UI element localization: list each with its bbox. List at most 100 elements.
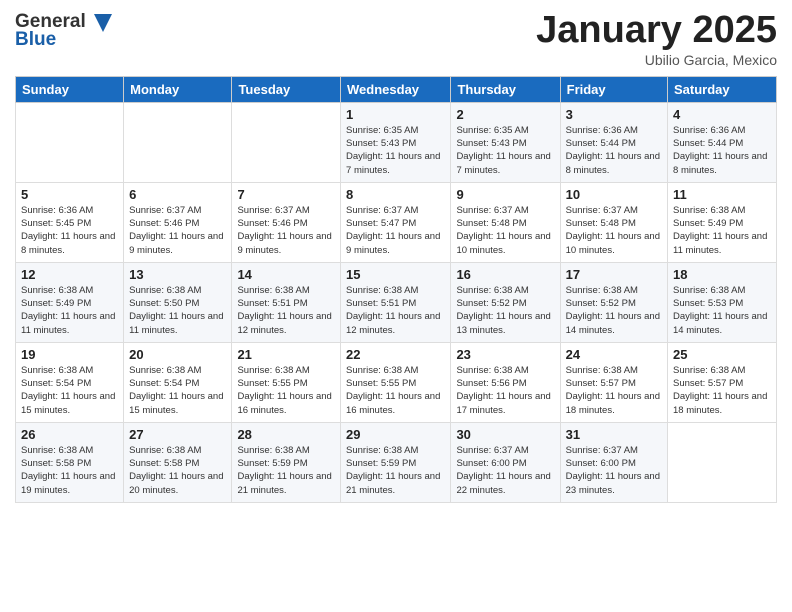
table-cell: 21 Sunrise: 6:38 AMSunset: 5:55 PMDaylig… xyxy=(232,342,341,422)
day-info: Sunrise: 6:38 AMSunset: 5:55 PMDaylight:… xyxy=(346,365,440,416)
week-row-3: 12 Sunrise: 6:38 AMSunset: 5:49 PMDaylig… xyxy=(16,262,777,342)
table-cell: 27 Sunrise: 6:38 AMSunset: 5:58 PMDaylig… xyxy=(124,422,232,502)
day-info: Sunrise: 6:38 AMSunset: 5:53 PMDaylight:… xyxy=(673,285,767,336)
page-container: General Blue January 2025 Ubilio Garcia,… xyxy=(0,0,792,513)
day-info: Sunrise: 6:37 AMSunset: 5:46 PMDaylight:… xyxy=(237,205,331,256)
header: General Blue January 2025 Ubilio Garcia,… xyxy=(15,10,777,68)
day-number: 14 xyxy=(237,267,335,282)
day-info: Sunrise: 6:37 AMSunset: 5:47 PMDaylight:… xyxy=(346,205,440,256)
day-info: Sunrise: 6:38 AMSunset: 5:59 PMDaylight:… xyxy=(346,445,440,496)
day-number: 23 xyxy=(456,347,554,362)
day-info: Sunrise: 6:37 AMSunset: 5:48 PMDaylight:… xyxy=(456,205,550,256)
day-number: 9 xyxy=(456,187,554,202)
day-number: 5 xyxy=(21,187,118,202)
day-number: 19 xyxy=(21,347,118,362)
title-section: January 2025 Ubilio Garcia, Mexico xyxy=(536,10,777,68)
day-info: Sunrise: 6:38 AMSunset: 5:52 PMDaylight:… xyxy=(566,285,660,336)
day-info: Sunrise: 6:38 AMSunset: 5:49 PMDaylight:… xyxy=(21,285,115,336)
week-row-5: 26 Sunrise: 6:38 AMSunset: 5:58 PMDaylig… xyxy=(16,422,777,502)
table-cell xyxy=(16,102,124,182)
day-number: 22 xyxy=(346,347,445,362)
table-cell: 4 Sunrise: 6:36 AMSunset: 5:44 PMDayligh… xyxy=(668,102,777,182)
day-info: Sunrise: 6:37 AMSunset: 5:48 PMDaylight:… xyxy=(566,205,660,256)
table-cell: 20 Sunrise: 6:38 AMSunset: 5:54 PMDaylig… xyxy=(124,342,232,422)
table-cell: 31 Sunrise: 6:37 AMSunset: 6:00 PMDaylig… xyxy=(560,422,667,502)
table-cell xyxy=(668,422,777,502)
day-info: Sunrise: 6:35 AMSunset: 5:43 PMDaylight:… xyxy=(456,125,550,176)
table-cell: 2 Sunrise: 6:35 AMSunset: 5:43 PMDayligh… xyxy=(451,102,560,182)
table-cell: 26 Sunrise: 6:38 AMSunset: 5:58 PMDaylig… xyxy=(16,422,124,502)
table-cell: 12 Sunrise: 6:38 AMSunset: 5:49 PMDaylig… xyxy=(16,262,124,342)
table-cell: 15 Sunrise: 6:38 AMSunset: 5:51 PMDaylig… xyxy=(341,262,451,342)
day-number: 27 xyxy=(129,427,226,442)
subtitle: Ubilio Garcia, Mexico xyxy=(536,52,777,68)
day-number: 6 xyxy=(129,187,226,202)
day-info: Sunrise: 6:38 AMSunset: 5:57 PMDaylight:… xyxy=(673,365,767,416)
day-number: 15 xyxy=(346,267,445,282)
day-info: Sunrise: 6:36 AMSunset: 5:44 PMDaylight:… xyxy=(673,125,767,176)
table-cell: 14 Sunrise: 6:38 AMSunset: 5:51 PMDaylig… xyxy=(232,262,341,342)
day-info: Sunrise: 6:35 AMSunset: 5:43 PMDaylight:… xyxy=(346,125,440,176)
table-cell: 17 Sunrise: 6:38 AMSunset: 5:52 PMDaylig… xyxy=(560,262,667,342)
header-wednesday: Wednesday xyxy=(341,76,451,102)
table-cell: 16 Sunrise: 6:38 AMSunset: 5:52 PMDaylig… xyxy=(451,262,560,342)
day-info: Sunrise: 6:38 AMSunset: 5:54 PMDaylight:… xyxy=(21,365,115,416)
day-info: Sunrise: 6:38 AMSunset: 5:58 PMDaylight:… xyxy=(21,445,115,496)
day-number: 29 xyxy=(346,427,445,442)
day-info: Sunrise: 6:38 AMSunset: 5:55 PMDaylight:… xyxy=(237,365,331,416)
table-cell: 18 Sunrise: 6:38 AMSunset: 5:53 PMDaylig… xyxy=(668,262,777,342)
day-number: 25 xyxy=(673,347,771,362)
weekday-header-row: Sunday Monday Tuesday Wednesday Thursday… xyxy=(16,76,777,102)
table-cell: 23 Sunrise: 6:38 AMSunset: 5:56 PMDaylig… xyxy=(451,342,560,422)
header-monday: Monday xyxy=(124,76,232,102)
day-number: 17 xyxy=(566,267,662,282)
header-sunday: Sunday xyxy=(16,76,124,102)
day-info: Sunrise: 6:38 AMSunset: 5:50 PMDaylight:… xyxy=(129,285,223,336)
table-cell: 28 Sunrise: 6:38 AMSunset: 5:59 PMDaylig… xyxy=(232,422,341,502)
day-number: 10 xyxy=(566,187,662,202)
day-number: 3 xyxy=(566,107,662,122)
header-tuesday: Tuesday xyxy=(232,76,341,102)
header-saturday: Saturday xyxy=(668,76,777,102)
table-cell: 11 Sunrise: 6:38 AMSunset: 5:49 PMDaylig… xyxy=(668,182,777,262)
table-cell: 6 Sunrise: 6:37 AMSunset: 5:46 PMDayligh… xyxy=(124,182,232,262)
day-info: Sunrise: 6:37 AMSunset: 6:00 PMDaylight:… xyxy=(566,445,660,496)
table-cell: 7 Sunrise: 6:37 AMSunset: 5:46 PMDayligh… xyxy=(232,182,341,262)
table-cell: 5 Sunrise: 6:36 AMSunset: 5:45 PMDayligh… xyxy=(16,182,124,262)
day-info: Sunrise: 6:36 AMSunset: 5:44 PMDaylight:… xyxy=(566,125,660,176)
day-number: 31 xyxy=(566,427,662,442)
table-cell: 8 Sunrise: 6:37 AMSunset: 5:47 PMDayligh… xyxy=(341,182,451,262)
day-number: 21 xyxy=(237,347,335,362)
table-cell: 1 Sunrise: 6:35 AMSunset: 5:43 PMDayligh… xyxy=(341,102,451,182)
week-row-1: 1 Sunrise: 6:35 AMSunset: 5:43 PMDayligh… xyxy=(16,102,777,182)
logo: General Blue xyxy=(15,10,112,49)
day-number: 18 xyxy=(673,267,771,282)
table-cell: 9 Sunrise: 6:37 AMSunset: 5:48 PMDayligh… xyxy=(451,182,560,262)
day-number: 24 xyxy=(566,347,662,362)
day-number: 2 xyxy=(456,107,554,122)
day-number: 12 xyxy=(21,267,118,282)
table-cell: 10 Sunrise: 6:37 AMSunset: 5:48 PMDaylig… xyxy=(560,182,667,262)
table-cell: 3 Sunrise: 6:36 AMSunset: 5:44 PMDayligh… xyxy=(560,102,667,182)
week-row-2: 5 Sunrise: 6:36 AMSunset: 5:45 PMDayligh… xyxy=(16,182,777,262)
day-info: Sunrise: 6:38 AMSunset: 5:52 PMDaylight:… xyxy=(456,285,550,336)
table-cell: 19 Sunrise: 6:38 AMSunset: 5:54 PMDaylig… xyxy=(16,342,124,422)
day-number: 28 xyxy=(237,427,335,442)
day-number: 26 xyxy=(21,427,118,442)
day-number: 1 xyxy=(346,107,445,122)
table-cell: 22 Sunrise: 6:38 AMSunset: 5:55 PMDaylig… xyxy=(341,342,451,422)
week-row-4: 19 Sunrise: 6:38 AMSunset: 5:54 PMDaylig… xyxy=(16,342,777,422)
day-number: 30 xyxy=(456,427,554,442)
month-title: January 2025 xyxy=(536,10,777,52)
day-info: Sunrise: 6:38 AMSunset: 5:59 PMDaylight:… xyxy=(237,445,331,496)
table-cell: 29 Sunrise: 6:38 AMSunset: 5:59 PMDaylig… xyxy=(341,422,451,502)
day-number: 4 xyxy=(673,107,771,122)
day-info: Sunrise: 6:38 AMSunset: 5:51 PMDaylight:… xyxy=(346,285,440,336)
day-number: 8 xyxy=(346,187,445,202)
day-info: Sunrise: 6:38 AMSunset: 5:51 PMDaylight:… xyxy=(237,285,331,336)
day-info: Sunrise: 6:38 AMSunset: 5:54 PMDaylight:… xyxy=(129,365,223,416)
header-thursday: Thursday xyxy=(451,76,560,102)
table-cell: 13 Sunrise: 6:38 AMSunset: 5:50 PMDaylig… xyxy=(124,262,232,342)
day-info: Sunrise: 6:38 AMSunset: 5:56 PMDaylight:… xyxy=(456,365,550,416)
day-number: 7 xyxy=(237,187,335,202)
